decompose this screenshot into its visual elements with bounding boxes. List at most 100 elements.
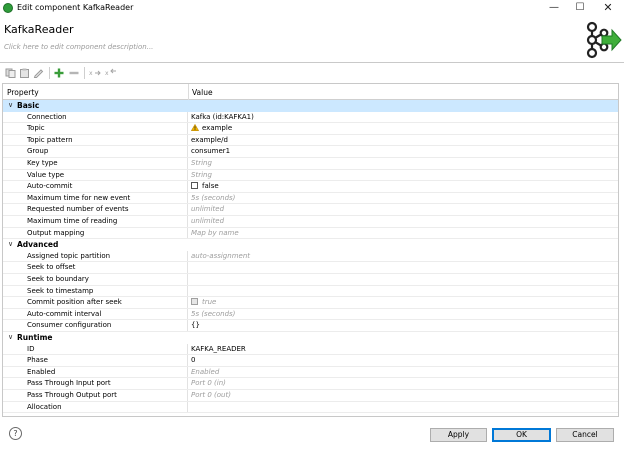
property-value: example/d bbox=[191, 136, 228, 144]
help-icon[interactable]: ? bbox=[9, 427, 22, 440]
table-header: Property Value bbox=[3, 84, 618, 100]
property-value: Port 0 (in) bbox=[191, 379, 226, 387]
property-name: Enabled bbox=[27, 367, 56, 376]
app-icon bbox=[3, 3, 13, 13]
table-row[interactable]: Seek to offset bbox=[3, 262, 618, 274]
property-value-text: true bbox=[202, 298, 217, 307]
table-row[interactable]: Allocation bbox=[3, 401, 618, 414]
table-row[interactable]: Auto-commit false bbox=[3, 181, 618, 193]
group-row-basic[interactable]: ∨ Basic bbox=[3, 100, 618, 112]
minimize-button[interactable]: — bbox=[540, 0, 568, 16]
property-name: Assigned topic partition bbox=[27, 251, 111, 260]
property-value: {} bbox=[191, 321, 200, 329]
table-row[interactable]: Requested number of events unlimited bbox=[3, 204, 618, 216]
table-row[interactable]: ID KAFKA_READER bbox=[3, 343, 618, 356]
maximize-button[interactable]: ☐ bbox=[566, 0, 594, 16]
property-value-text: example bbox=[202, 124, 233, 133]
table-row[interactable]: Connection Kafka (id:KAFKA1) bbox=[3, 111, 618, 124]
group-label: Basic bbox=[17, 101, 40, 110]
property-value: example bbox=[191, 124, 232, 132]
property-value: KAFKA_READER bbox=[191, 345, 246, 353]
property-name: Topic pattern bbox=[27, 135, 73, 144]
property-value-text: 0 bbox=[191, 356, 196, 365]
move-left-icon[interactable]: x bbox=[105, 68, 118, 78]
property-name: Key type bbox=[27, 159, 58, 167]
table-row[interactable]: Topic pattern example/d bbox=[3, 134, 618, 147]
title-bar: Edit component KafkaReader — ☐ ✕ bbox=[0, 0, 624, 16]
property-value: consumer1 bbox=[191, 147, 230, 155]
chevron-down-icon[interactable]: ∨ bbox=[8, 240, 13, 248]
group-label: Runtime bbox=[17, 333, 53, 342]
column-divider[interactable] bbox=[188, 84, 189, 100]
ok-button[interactable]: OK bbox=[492, 428, 551, 442]
component-header: KafkaReader Click here to edit component… bbox=[0, 16, 624, 62]
warning-icon bbox=[191, 124, 199, 132]
property-value-text: auto-assignment bbox=[191, 251, 250, 260]
table-row[interactable]: Maximum time for new event 5s (seconds) bbox=[3, 192, 618, 205]
description-field[interactable]: Click here to edit component description… bbox=[4, 43, 153, 51]
property-value-text: Kafka (id:KAFKA1) bbox=[191, 112, 254, 121]
cancel-button[interactable]: Cancel bbox=[556, 428, 614, 442]
table-row[interactable]: Output mapping Map by name bbox=[3, 227, 618, 240]
paste-icon[interactable] bbox=[19, 68, 30, 78]
property-value-text: 5s (seconds) bbox=[191, 309, 236, 318]
table-row[interactable]: Commit position after seek true bbox=[3, 297, 618, 309]
table-row[interactable]: Key type String bbox=[3, 158, 618, 170]
edit-icon[interactable] bbox=[33, 68, 44, 78]
property-value: 5s (seconds) bbox=[191, 194, 235, 202]
property-value: Port 0 (out) bbox=[191, 391, 231, 399]
remove-icon[interactable] bbox=[69, 68, 79, 78]
apply-button[interactable]: Apply bbox=[430, 428, 487, 442]
table-row[interactable]: Group consumer1 bbox=[3, 146, 618, 158]
table-row[interactable]: Assigned topic partition auto-assignment bbox=[3, 250, 618, 263]
row-divider bbox=[3, 412, 618, 414]
table-row[interactable]: Auto-commit interval 5s (seconds) bbox=[3, 308, 618, 321]
component-name: KafkaReader bbox=[4, 23, 74, 36]
chevron-down-icon[interactable]: ∨ bbox=[8, 333, 13, 341]
property-name: Seek to boundary bbox=[27, 275, 89, 283]
checkbox-disabled bbox=[191, 298, 198, 306]
property-value: auto-assignment bbox=[191, 252, 250, 260]
table-row[interactable]: Pass Through Input port Port 0 (in) bbox=[3, 378, 618, 390]
property-value: unlimited bbox=[191, 217, 224, 225]
move-right-icon[interactable]: x bbox=[89, 68, 102, 78]
column-header-value[interactable]: Value bbox=[192, 88, 213, 97]
property-name: Output mapping bbox=[27, 228, 85, 237]
property-value-text: consumer1 bbox=[191, 147, 231, 156]
table-row[interactable]: Pass Through Output port Port 0 (out) bbox=[3, 390, 618, 402]
property-value: true bbox=[191, 298, 216, 306]
checkbox[interactable] bbox=[191, 182, 198, 190]
property-value: 0 bbox=[191, 356, 195, 364]
table-row[interactable]: Seek to timestamp bbox=[3, 285, 618, 298]
column-header-property[interactable]: Property bbox=[7, 88, 39, 97]
group-row-advanced[interactable]: ∨ Advanced bbox=[3, 239, 618, 251]
property-name: Auto-commit interval bbox=[27, 309, 102, 318]
property-table: Property Value ∨ Basic Connection Kafka (id… bbox=[2, 83, 619, 417]
close-button[interactable]: ✕ bbox=[594, 0, 622, 16]
property-name: ID bbox=[27, 344, 35, 353]
copy-icon[interactable] bbox=[5, 68, 16, 78]
group-label: Advanced bbox=[17, 240, 59, 250]
property-name: Allocation bbox=[27, 402, 62, 411]
group-row-runtime[interactable]: ∨ Runtime bbox=[3, 332, 618, 344]
table-row[interactable]: Consumer configuration {} bbox=[3, 320, 618, 332]
add-icon[interactable] bbox=[54, 68, 64, 78]
table-row[interactable]: Phase 0 bbox=[3, 355, 618, 367]
table-row[interactable]: Topic example bbox=[3, 123, 618, 135]
table-row[interactable]: Value type String bbox=[3, 169, 618, 182]
chevron-down-icon[interactable]: ∨ bbox=[8, 101, 13, 109]
property-value: unlimited bbox=[191, 205, 224, 213]
property-name: Connection bbox=[27, 112, 67, 121]
table-row[interactable]: Enabled Enabled bbox=[3, 366, 618, 379]
property-name: Seek to timestamp bbox=[27, 286, 94, 295]
property-value-text: KAFKA_READER bbox=[191, 344, 246, 353]
property-name: Pass Through Input port bbox=[27, 379, 111, 388]
property-name: Commit position after seek bbox=[27, 298, 122, 307]
property-value: String bbox=[191, 159, 212, 167]
property-value: Enabled bbox=[191, 368, 219, 376]
property-value-text: unlimited bbox=[191, 217, 225, 225]
table-row[interactable]: Maximum time of reading unlimited bbox=[3, 216, 618, 228]
table-row[interactable]: Seek to boundary bbox=[3, 274, 618, 286]
window-title: Edit component KafkaReader bbox=[17, 3, 134, 12]
toolbar-separator bbox=[49, 67, 50, 79]
